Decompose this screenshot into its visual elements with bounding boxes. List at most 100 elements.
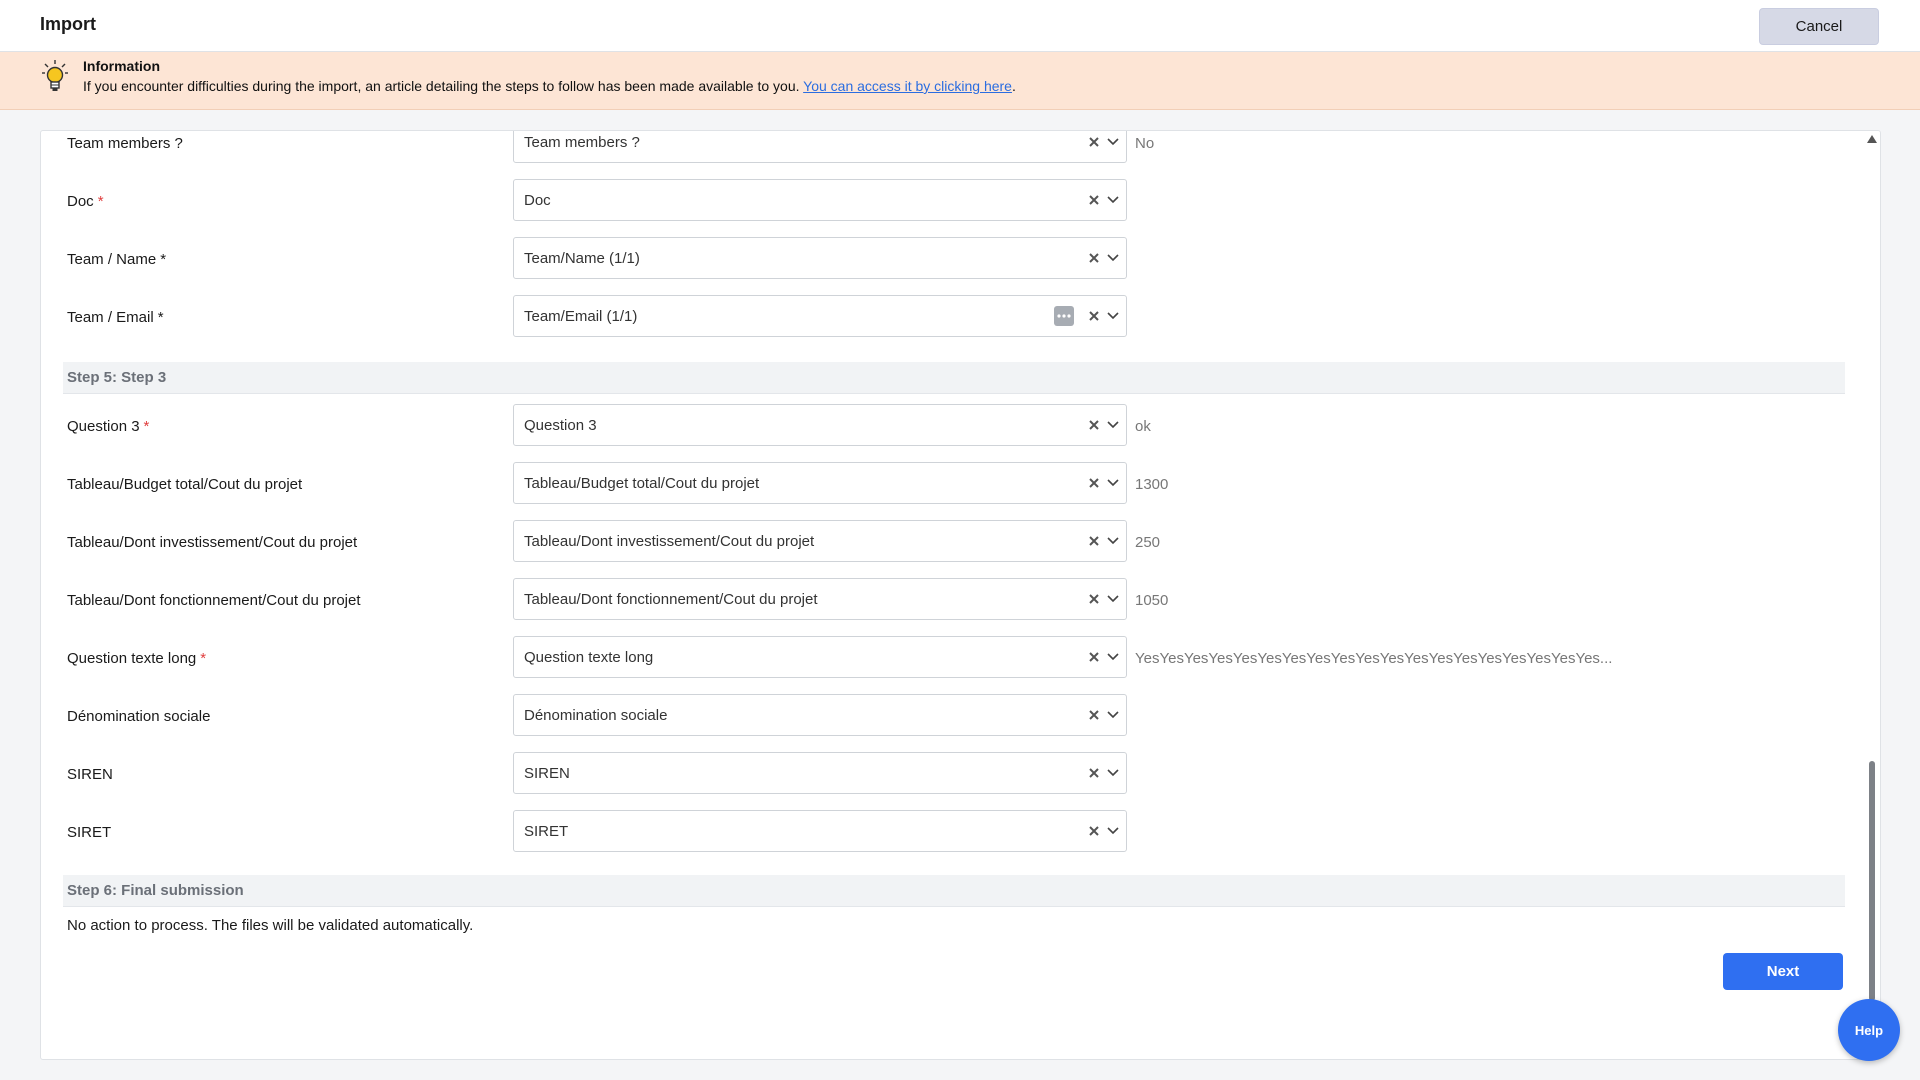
mapping-row-fonctionnement: Tableau/Dont fonctionnement/Cout du proj…: [41, 578, 1841, 636]
more-options-icon[interactable]: [1054, 306, 1074, 326]
field-label: Dénomination sociale: [67, 708, 211, 725]
chevron-down-icon[interactable]: [1106, 767, 1120, 779]
mapping-row-siren: SIREN SIREN: [41, 752, 1841, 810]
select-value: Question 3: [524, 417, 597, 434]
field-select[interactable]: Question texte long: [513, 636, 1127, 678]
mapping-row-question-3: Question 3 * Question 3 ok: [41, 404, 1841, 462]
cancel-button[interactable]: Cancel: [1759, 8, 1879, 45]
mapping-row-investissement: Tableau/Dont investissement/Cout du proj…: [41, 520, 1841, 578]
page-title: Import: [40, 14, 96, 34]
chevron-down-icon[interactable]: [1106, 477, 1120, 489]
chevron-down-icon[interactable]: [1106, 310, 1120, 322]
chevron-down-icon[interactable]: [1106, 535, 1120, 547]
field-select[interactable]: Team/Name (1/1): [513, 237, 1127, 279]
mapping-row-budget-total: Tableau/Budget total/Cout du projet Tabl…: [41, 462, 1841, 520]
clear-icon[interactable]: [1088, 535, 1100, 547]
clear-icon[interactable]: [1088, 194, 1100, 206]
field-label: Doc *: [67, 193, 104, 210]
field-select[interactable]: Question 3: [513, 404, 1127, 446]
field-select[interactable]: Tableau/Budget total/Cout du projet: [513, 462, 1127, 504]
preview-value: 1050: [1135, 592, 1169, 609]
mapping-row-team-name: Team / Name * Team/Name (1/1): [41, 237, 1841, 295]
information-suffix: .: [1011, 78, 1016, 94]
mapping-row-question-texte-long: Question texte long * Question texte long…: [41, 636, 1841, 694]
information-title: Information: [83, 58, 160, 74]
field-label: Team members ?: [67, 135, 183, 152]
chevron-down-icon[interactable]: [1106, 709, 1120, 721]
field-select[interactable]: SIRET: [513, 810, 1127, 852]
required-marker: *: [143, 418, 150, 435]
clear-icon[interactable]: [1088, 136, 1100, 148]
select-value: Tableau/Dont fonctionnement/Cout du proj…: [524, 591, 818, 608]
mapping-row-doc: Doc * Doc: [41, 179, 1841, 237]
field-select[interactable]: Tableau/Dont fonctionnement/Cout du proj…: [513, 578, 1127, 620]
required-marker: *: [97, 193, 104, 210]
field-label: SIREN: [67, 766, 113, 783]
mapping-row-team-email: Team / Email * Team/Email (1/1): [41, 295, 1841, 353]
scroll-up-arrow-icon[interactable]: [1867, 135, 1877, 143]
clear-icon[interactable]: [1088, 651, 1100, 663]
field-select[interactable]: Team members ?: [513, 131, 1127, 163]
field-select[interactable]: Tableau/Dont investissement/Cout du proj…: [513, 520, 1127, 562]
lightbulb-icon: [42, 60, 68, 91]
step-title: Step 5: Step 3: [67, 369, 167, 386]
select-value: SIRET: [524, 823, 569, 840]
information-text: If you encounter difficulties during the…: [83, 78, 1016, 94]
select-value: Tableau/Budget total/Cout du projet: [524, 475, 760, 492]
mapping-panel: Team members ? Team members ? No Doc * Do…: [40, 130, 1881, 1060]
clear-icon[interactable]: [1088, 419, 1100, 431]
final-submission-text: No action to process. The files will be …: [67, 917, 474, 934]
field-label: Tableau/Dont fonctionnement/Cout du proj…: [67, 592, 361, 609]
help-button[interactable]: Help: [1838, 999, 1900, 1061]
field-label: Team / Name *: [67, 251, 167, 268]
select-value: SIREN: [524, 765, 570, 782]
select-value: Tableau/Dont investissement/Cout du proj…: [524, 533, 815, 550]
step-title: Step 6: Final submission: [67, 882, 244, 899]
field-select[interactable]: SIREN: [513, 752, 1127, 794]
preview-value: ok: [1135, 418, 1151, 435]
clear-icon[interactable]: [1088, 825, 1100, 837]
select-value: Team/Name (1/1): [524, 250, 640, 267]
help-article-link[interactable]: You can access it by clicking here: [803, 78, 1012, 94]
required-marker: *: [200, 650, 207, 667]
chevron-down-icon[interactable]: [1106, 651, 1120, 663]
preview-value: No: [1135, 135, 1155, 152]
scrollbar-thumb[interactable]: [1869, 761, 1875, 1001]
field-label: Team / Email *: [67, 309, 164, 326]
step-6-header: Step 6: Final submission: [63, 875, 1845, 907]
field-select[interactable]: Dénomination sociale: [513, 694, 1127, 736]
preview-value: YesYesYesYesYesYesYesYesYesYesYesYesYesY…: [1135, 650, 1613, 667]
clear-icon[interactable]: [1088, 310, 1100, 322]
field-label: Question texte long *: [67, 650, 207, 667]
field-label: Tableau/Dont investissement/Cout du proj…: [67, 534, 358, 551]
clear-icon[interactable]: [1088, 767, 1100, 779]
chevron-down-icon[interactable]: [1106, 593, 1120, 605]
clear-icon[interactable]: [1088, 593, 1100, 605]
select-value: Team/Email (1/1): [524, 308, 638, 325]
step-5-header: Step 5: Step 3: [63, 362, 1845, 394]
preview-value: 1300: [1135, 476, 1169, 493]
information-message: If you encounter difficulties during the…: [83, 78, 804, 94]
mapping-row-siret: SIRET SIRET: [41, 810, 1841, 868]
field-label: Tableau/Budget total/Cout du projet: [67, 476, 303, 493]
preview-value: 250: [1135, 534, 1161, 551]
chevron-down-icon[interactable]: [1106, 252, 1120, 264]
field-select[interactable]: Team/Email (1/1): [513, 295, 1127, 337]
select-value: Team members ?: [524, 134, 640, 151]
field-label: Question 3 *: [67, 418, 150, 435]
field-select[interactable]: Doc: [513, 179, 1127, 221]
mapping-row-denomination-sociale: Dénomination sociale Dénomination social…: [41, 694, 1841, 752]
information-banner: Information If you encounter difficultie…: [0, 52, 1920, 110]
chevron-down-icon[interactable]: [1106, 194, 1120, 206]
next-button[interactable]: Next: [1723, 953, 1843, 990]
select-value: Question texte long: [524, 649, 654, 666]
clear-icon[interactable]: [1088, 252, 1100, 264]
chevron-down-icon[interactable]: [1106, 136, 1120, 148]
clear-icon[interactable]: [1088, 477, 1100, 489]
clear-icon[interactable]: [1088, 709, 1100, 721]
header-bar: Import Cancel: [0, 0, 1920, 52]
select-value: Doc: [524, 192, 551, 209]
chevron-down-icon[interactable]: [1106, 825, 1120, 837]
chevron-down-icon[interactable]: [1106, 419, 1120, 431]
required-marker: *: [157, 309, 164, 326]
